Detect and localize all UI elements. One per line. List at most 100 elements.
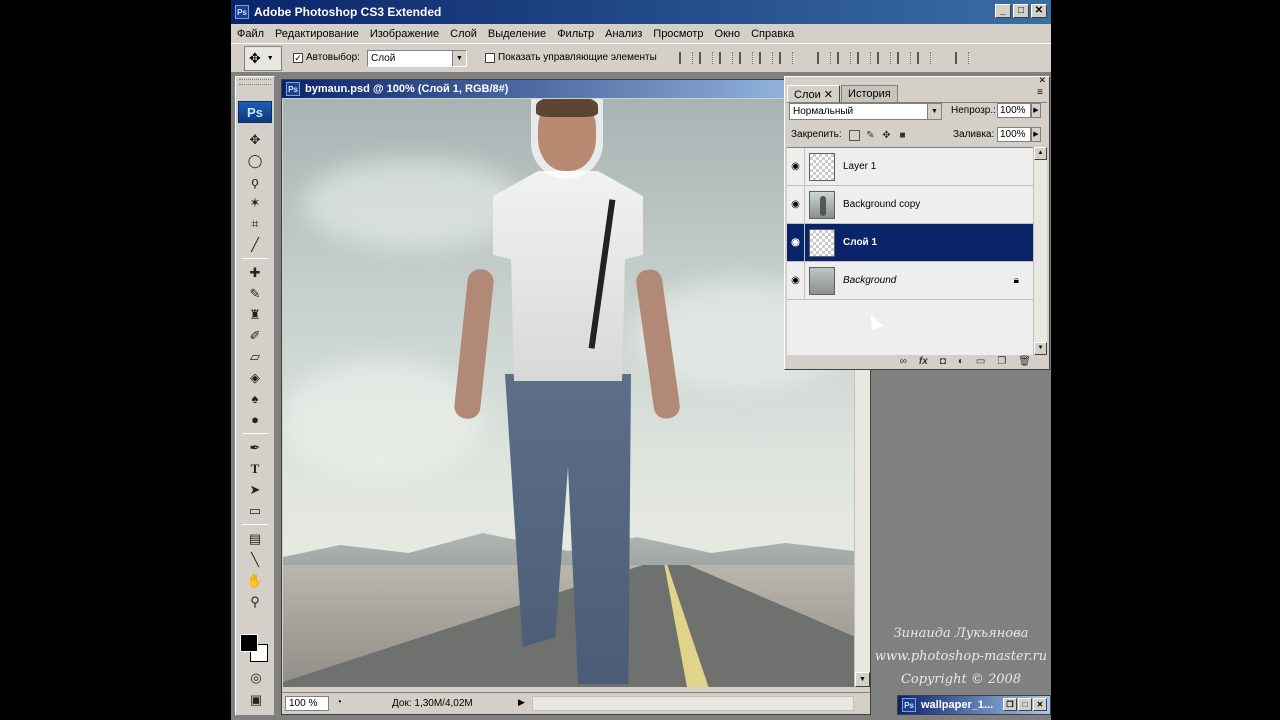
menu-window[interactable]: Окно bbox=[715, 28, 741, 40]
layer-row[interactable]: ◉ Background 🔒︎ bbox=[787, 261, 1033, 300]
autoselect-label: Автовыбор: bbox=[306, 52, 360, 63]
restore-icon[interactable]: ❐ bbox=[1003, 698, 1017, 711]
image-canvas[interactable] bbox=[283, 99, 854, 687]
toolbox-grip[interactable] bbox=[239, 79, 271, 85]
crop-tool-icon[interactable]: ⌗ bbox=[244, 213, 266, 234]
eyedropper-tool-icon[interactable]: ╱ bbox=[244, 234, 266, 255]
adjustment-layer-icon[interactable]: ◐ bbox=[958, 356, 964, 367]
eyedropper2-tool-icon[interactable]: ╲ bbox=[244, 549, 266, 570]
notes-tool-icon[interactable]: ▤ bbox=[244, 528, 266, 549]
distribute-top-icon[interactable] bbox=[817, 52, 831, 64]
menu-file[interactable]: Файл bbox=[237, 28, 264, 40]
fx-icon[interactable]: fx bbox=[919, 356, 928, 367]
menu-filter[interactable]: Фильтр bbox=[557, 28, 594, 40]
scroll-up-icon[interactable]: ▲ bbox=[1034, 147, 1047, 160]
layer-row[interactable]: ◉ Layer 1 bbox=[787, 147, 1033, 186]
opacity-arrow-icon[interactable]: ▶ bbox=[1031, 103, 1041, 118]
layers-scrollbar[interactable]: ▲ ▼ bbox=[1033, 147, 1047, 355]
eye-icon[interactable]: ◉ bbox=[787, 223, 805, 262]
eye-icon[interactable]: ◉ bbox=[787, 147, 805, 186]
layer-row[interactable]: ◉ Background copy bbox=[787, 185, 1033, 224]
align-vcenter-icon[interactable] bbox=[699, 52, 713, 64]
history-brush-tool-icon[interactable]: ✐ bbox=[244, 325, 266, 346]
move-tool-icon[interactable]: ✥ bbox=[244, 129, 266, 150]
autoselect-dropdown[interactable]: Слой ▼ bbox=[367, 50, 467, 67]
status-info-icon[interactable]: ◔ bbox=[336, 697, 342, 708]
menu-layer[interactable]: Слой bbox=[450, 28, 477, 40]
align-right-icon[interactable] bbox=[779, 52, 793, 64]
minimize-button[interactable]: _ bbox=[995, 4, 1011, 18]
menu-analysis[interactable]: Анализ bbox=[605, 28, 642, 40]
link-layers-icon[interactable]: ∞ bbox=[900, 356, 907, 367]
maximize-icon[interactable]: □ bbox=[1018, 698, 1032, 711]
document-title-bar[interactable]: Ps bymaun.psd @ 100% (Слой 1, RGB/8#) bbox=[282, 80, 870, 98]
hand-tool-icon[interactable]: ✋ bbox=[244, 570, 266, 591]
close-button[interactable]: ✕ bbox=[1031, 4, 1047, 18]
dodge-tool-icon[interactable]: ● bbox=[244, 409, 266, 430]
screen-mode-icon[interactable]: ▣ bbox=[245, 689, 267, 710]
photoshop-logo[interactable]: Ps bbox=[238, 101, 272, 123]
add-mask-icon[interactable]: ◘ bbox=[940, 356, 946, 367]
lasso-tool-icon[interactable]: ϙ bbox=[244, 171, 266, 192]
align-bottom-icon[interactable] bbox=[719, 52, 733, 64]
eraser-tool-icon[interactable]: ▱ bbox=[244, 346, 266, 367]
lock-pixels-icon[interactable]: ✎ bbox=[865, 130, 876, 141]
lock-position-icon[interactable]: ✥ bbox=[881, 130, 892, 141]
eye-icon[interactable]: ◉ bbox=[787, 185, 805, 224]
close-icon[interactable]: ✕ bbox=[1033, 698, 1047, 711]
zoom-field[interactable]: 100 % bbox=[285, 696, 329, 711]
panel-close-icon[interactable]: ✕ bbox=[1038, 75, 1046, 86]
distribute-hcenter-icon[interactable] bbox=[897, 52, 911, 64]
layer-row-selected[interactable]: ◉ Слой 1 bbox=[787, 223, 1033, 262]
menu-select[interactable]: Выделение bbox=[488, 28, 546, 40]
type-tool-icon[interactable]: T bbox=[244, 458, 266, 479]
tool-preset-picker[interactable]: ✥ ▼ bbox=[244, 46, 282, 71]
tab-layers[interactable]: Слои ✕ bbox=[787, 85, 841, 102]
maximize-button[interactable]: □ bbox=[1013, 4, 1029, 18]
stamp-tool-icon[interactable]: ♜ bbox=[244, 304, 266, 325]
horizontal-scrollbar[interactable] bbox=[532, 696, 854, 711]
shape-tool-icon[interactable]: ▭ bbox=[244, 500, 266, 521]
pen-tool-icon[interactable]: ✒ bbox=[244, 437, 266, 458]
trash-icon[interactable]: 🗑︎ bbox=[1018, 356, 1031, 367]
menu-view[interactable]: Просмотр bbox=[653, 28, 703, 40]
distribute-vcenter-icon[interactable] bbox=[837, 52, 851, 64]
distribute-right-icon[interactable] bbox=[917, 52, 931, 64]
scroll-down-icon[interactable]: ▼ bbox=[855, 672, 870, 687]
menu-image[interactable]: Изображение bbox=[370, 28, 439, 40]
new-group-icon[interactable]: ▭ bbox=[976, 356, 985, 367]
blend-mode-dropdown[interactable]: Нормальный ▼ bbox=[789, 103, 942, 120]
marquee-tool-icon[interactable]: ◯ bbox=[244, 150, 266, 171]
menu-help[interactable]: Справка bbox=[751, 28, 794, 40]
fill-arrow-icon[interactable]: ▶ bbox=[1031, 127, 1041, 142]
align-hcenter-icon[interactable] bbox=[759, 52, 773, 64]
brush-tool-icon[interactable]: ✎ bbox=[244, 283, 266, 304]
magic-wand-tool-icon[interactable]: ✶ bbox=[244, 192, 266, 213]
autoselect-checkbox[interactable]: ✓ bbox=[293, 52, 303, 63]
distribute-left-icon[interactable] bbox=[877, 52, 891, 64]
align-left-icon[interactable] bbox=[739, 52, 753, 64]
eye-icon[interactable]: ◉ bbox=[787, 261, 805, 300]
lock-label: Закрепить: bbox=[791, 129, 842, 140]
new-layer-icon[interactable]: ❐ bbox=[997, 356, 1006, 367]
status-menu-arrow-icon[interactable]: ▶ bbox=[518, 697, 525, 708]
healing-tool-icon[interactable]: ✚ bbox=[244, 262, 266, 283]
opacity-field[interactable]: 100% bbox=[997, 103, 1031, 118]
show-controls-checkbox[interactable] bbox=[485, 52, 495, 63]
distribute-bottom-icon[interactable] bbox=[857, 52, 871, 64]
fill-field[interactable]: 100% bbox=[997, 127, 1031, 142]
lock-transparent-icon[interactable] bbox=[849, 130, 860, 141]
quick-mask-icon[interactable]: ◎ bbox=[245, 667, 267, 688]
bucket-tool-icon[interactable]: ◈ bbox=[244, 367, 266, 388]
foreground-color-swatch[interactable] bbox=[240, 634, 258, 652]
minimized-document[interactable]: Ps wallpaper_1... ❐ □ ✕ bbox=[897, 695, 1051, 715]
panel-menu-icon[interactable]: ≡ bbox=[1037, 87, 1043, 98]
auto-align-icon[interactable] bbox=[955, 52, 969, 64]
tab-history[interactable]: История bbox=[841, 85, 898, 102]
menu-edit[interactable]: Редактирование bbox=[275, 28, 359, 40]
blur-tool-icon[interactable]: ♠ bbox=[244, 388, 266, 409]
align-top-icon[interactable] bbox=[679, 52, 693, 64]
zoom-tool-icon[interactable]: ⚲ bbox=[244, 591, 266, 612]
path-select-tool-icon[interactable]: ➤ bbox=[244, 479, 266, 500]
lock-all-icon[interactable]: ■ bbox=[897, 130, 908, 141]
